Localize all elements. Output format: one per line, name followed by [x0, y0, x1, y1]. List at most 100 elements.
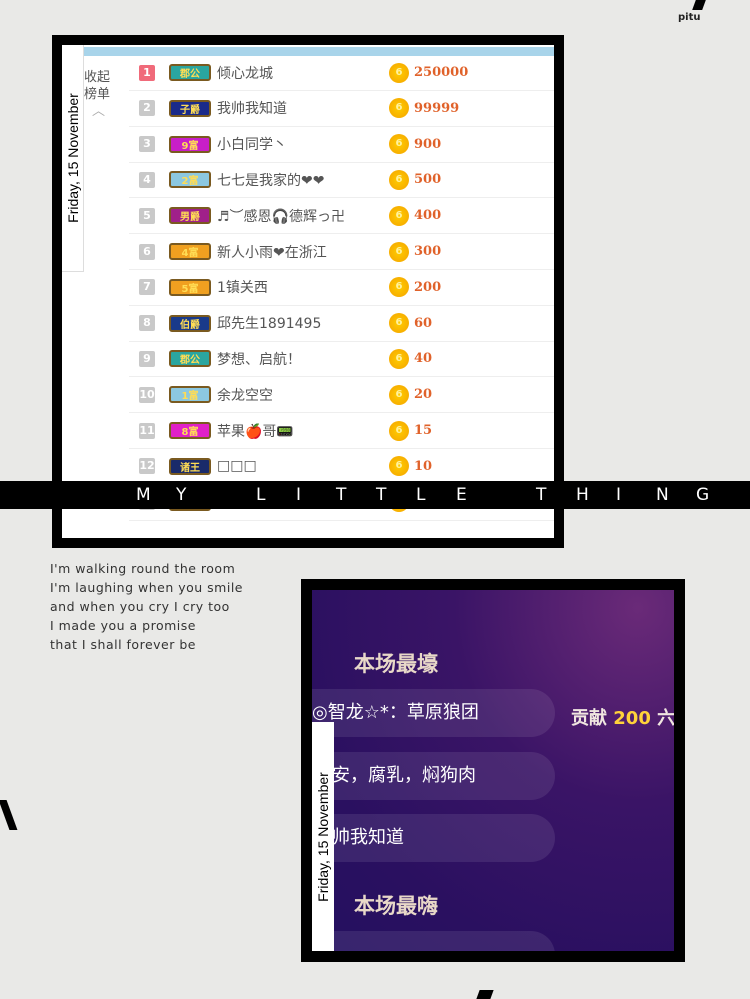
table-row[interactable]: 12 诸王 □□□ 6 10 — [129, 449, 554, 485]
user-name[interactable]: 新人小雨❤在浙江 — [217, 242, 327, 262]
leaderboard-panel: Friday, 15 November 收起 榜单 ︿ 1 郡公 倾心龙城 6 … — [62, 45, 554, 538]
banner-letter: H — [576, 485, 589, 505]
decor-slash — [476, 990, 494, 999]
table-row[interactable]: 11 8富 苹果🍎哥📟 6 15 — [129, 413, 554, 449]
table-row[interactable]: 7 5富 1镇关西 6 200 — [129, 270, 554, 306]
banner-letter — [496, 481, 536, 509]
coin-icon: 6 — [389, 420, 409, 441]
banner-letter: I — [296, 485, 302, 505]
date-strip: Friday, 15 November — [312, 722, 334, 951]
list-item[interactable]: ◎智龙☆*：草原狼团 — [312, 689, 555, 737]
rank-badge: 10 — [139, 386, 155, 403]
score-value: 500 — [414, 172, 442, 188]
score-value: 15 — [414, 423, 433, 438]
banner-letter: L — [416, 485, 426, 505]
banner-letter: N — [656, 485, 669, 505]
user-name[interactable]: 邱先生1891495 — [217, 313, 321, 333]
title-badge: 子爵 — [169, 99, 211, 117]
score-value: 10 — [414, 458, 433, 474]
user-name[interactable]: 1镇关西 — [217, 277, 268, 297]
user-name[interactable]: □□□ — [217, 458, 257, 474]
table-row[interactable]: 5 男爵 ♬︶感恩🎧德辉っ卍 6 400 — [129, 198, 554, 235]
rank-badge: 3 — [139, 136, 155, 153]
title-badge: 郡公 — [169, 64, 211, 81]
leaderboard-frame: Friday, 15 November 收起 榜单 ︿ 1 郡公 倾心龙城 6 … — [52, 35, 564, 548]
stream-frame: 本场最壕 ◎智龙☆*：草原狼团 贡献 200 六 安，腐乳，焖狗肉 帅我知道 本… — [301, 579, 685, 962]
my-little-thing-banner: MYLITTLETHING — [0, 481, 750, 509]
lyric-line: that I shall forever be — [50, 637, 196, 652]
title-badge: 8富 — [169, 422, 211, 439]
score-value: 60 — [414, 315, 433, 331]
rank-badge: 1 — [139, 64, 155, 81]
user-name[interactable]: 小白同学丶 — [217, 134, 287, 154]
banner-letter: T — [376, 485, 387, 505]
lyric-line: I'm laughing when you smile — [50, 580, 243, 595]
user-name[interactable]: 余龙空空 — [217, 385, 273, 405]
coin-icon: 6 — [389, 241, 409, 262]
section-title-most-active: 本场最嗨 — [354, 894, 438, 918]
user-name[interactable]: 倾心龙城 — [217, 63, 273, 83]
banner-letter: Y — [176, 485, 187, 505]
title-badge: 5富 — [169, 278, 211, 296]
table-row[interactable]: 10 1富 余龙空空 6 20 — [129, 377, 554, 414]
user-name[interactable]: 梦想、启航！ — [217, 349, 301, 369]
score-value: 200 — [414, 279, 442, 295]
score-value: 40 — [414, 351, 433, 367]
decor-slash — [692, 0, 706, 10]
coin-icon: 6 — [389, 134, 409, 155]
banner-letter: E — [456, 485, 467, 505]
coin-icon: 6 — [389, 348, 409, 369]
date-label: Friday, 15 November — [64, 93, 81, 223]
score-value: 250000 — [414, 65, 469, 80]
lyric-line: and when you cry I cry too — [50, 599, 230, 614]
collapse-list-button[interactable]: 收起 榜单 ︿ — [84, 69, 114, 120]
banner-letter: M — [136, 485, 151, 505]
table-row[interactable]: 2 子爵 我帅我知道 6 99999 — [129, 91, 554, 127]
banner-letter: I — [616, 485, 622, 505]
stream-panel: 本场最壕 ◎智龙☆*：草原狼团 贡献 200 六 安，腐乳，焖狗肉 帅我知道 本… — [312, 590, 674, 951]
user-name[interactable]: 我帅我知道 — [217, 98, 287, 118]
date-label: Friday, 15 November — [315, 772, 331, 902]
table-row[interactable]: 1 郡公 倾心龙城 6 250000 — [129, 55, 554, 91]
rank-badge: 2 — [139, 100, 155, 117]
rank-badge: 5 — [139, 207, 155, 224]
user-name[interactable]: 苹果🍎哥📟 — [217, 421, 294, 441]
table-row[interactable]: 8 伯爵 邱先生1891495 6 60 — [129, 306, 554, 342]
title-badge: 诸王 — [169, 457, 211, 475]
lyric-line: I made you a promise — [50, 618, 196, 633]
coin-icon: 6 — [389, 313, 409, 334]
rank-badge: 6 — [139, 243, 155, 260]
section-title-top-spender: 本场最壕 — [354, 652, 438, 676]
table-row[interactable]: 6 4富 新人小雨❤在浙江 6 300 — [129, 234, 554, 270]
title-badge: 9富 — [169, 135, 211, 153]
rank-badge: 8 — [139, 315, 155, 332]
table-row[interactable]: 9 郡公 梦想、启航！ 6 40 — [129, 341, 554, 378]
title-badge: 2富 — [169, 171, 211, 189]
rank-badge: 7 — [139, 279, 155, 296]
rank-badge: 9 — [139, 350, 155, 367]
banner-letter: T — [336, 485, 347, 505]
contrib-label: 贡献 — [571, 708, 607, 729]
coin-icon: 6 — [389, 169, 409, 190]
banner-letter — [216, 481, 256, 509]
list-item[interactable]: 安，腐乳，焖狗肉 — [312, 752, 555, 800]
title-badge: 4富 — [169, 243, 211, 260]
table-row[interactable]: 3 9富 小白同学丶 6 900 — [129, 127, 554, 163]
rank-badge: 11 — [139, 422, 155, 439]
contribution: 贡献 200 六 — [571, 704, 674, 730]
list-item[interactable] — [312, 931, 555, 951]
table-row[interactable]: 4 2富 七七是我家的❤❤ 6 500 — [129, 162, 554, 199]
pitu-logo: pitu — [678, 12, 701, 23]
user-name[interactable]: ♬︶感恩🎧德辉っ卍 — [217, 206, 345, 226]
score-value: 20 — [414, 387, 433, 403]
score-value: 900 — [414, 136, 442, 152]
user-name[interactable]: 七七是我家的❤❤ — [217, 170, 324, 190]
rank-badge: 12 — [139, 458, 155, 475]
chevron-up-icon: ︿ — [92, 104, 106, 119]
coin-icon: 6 — [389, 62, 409, 83]
decor-slash — [0, 800, 18, 830]
list-item[interactable]: 帅我知道 — [312, 814, 555, 862]
rank-badge: 4 — [139, 171, 155, 188]
title-badge: 郡公 — [169, 350, 211, 368]
title-badge: 男爵 — [169, 207, 211, 225]
